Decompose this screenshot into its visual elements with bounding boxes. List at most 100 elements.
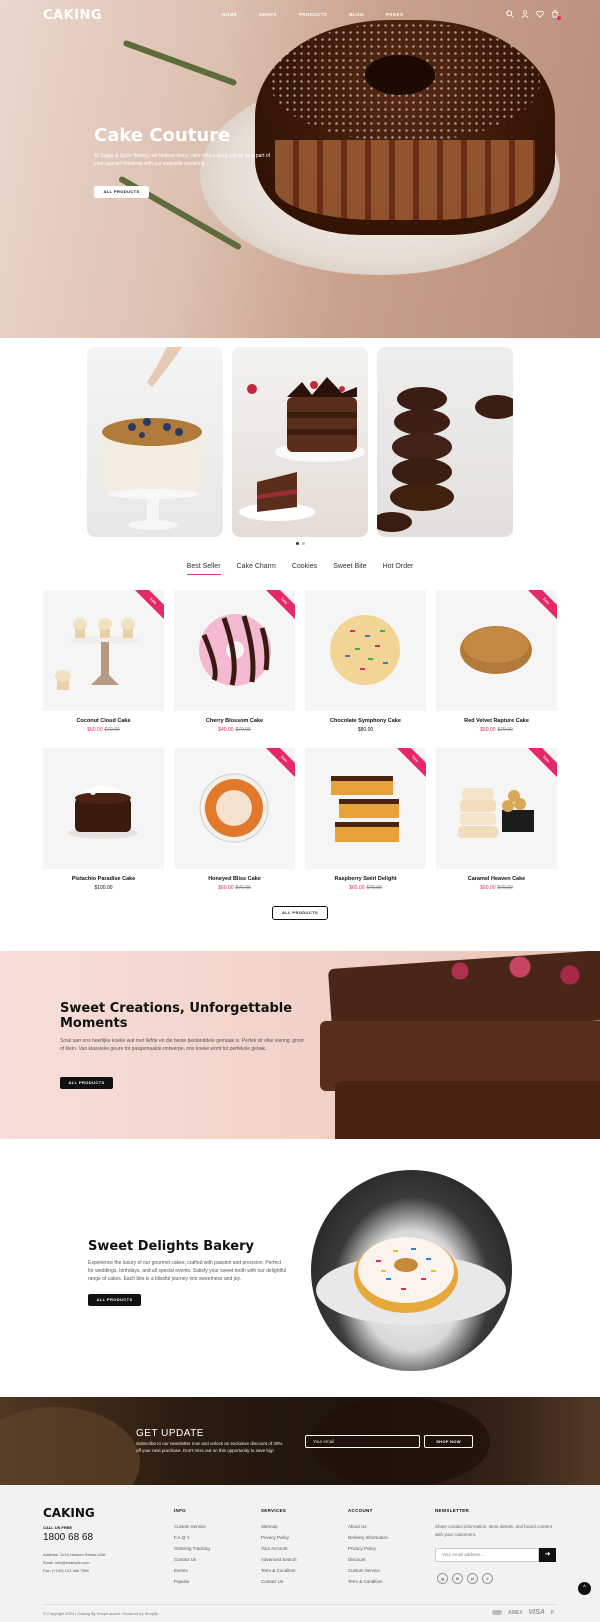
blueberry-cake-image (102, 347, 202, 530)
banner1-all-products-button[interactable]: ALL PRODUCTS (60, 1077, 113, 1089)
footer-link[interactable]: Popular (174, 1579, 210, 1584)
product-image-chocolate-drip-cake[interactable] (43, 748, 164, 869)
user-icon[interactable] (520, 10, 529, 19)
footer-link[interactable]: Custom Service (348, 1568, 388, 1573)
nav-products[interactable]: PRODUCTS (299, 12, 327, 17)
all-products-button[interactable]: ALL PRODUCTS (272, 906, 328, 920)
tab-hot-order[interactable]: Hot Order (383, 563, 414, 575)
footer-link[interactable]: F.A.Q.'s (174, 1535, 210, 1540)
product-card[interactable]: Sale Coconut Cloud Cake $60.00 $70.00 (43, 590, 164, 733)
category-slide-blueberry-cake[interactable] (87, 347, 223, 537)
footer-link[interactable]: Delivery Information (348, 1535, 388, 1540)
main-menu: HOME SHOPS PRODUCTS BLOG PAGES (222, 12, 425, 17)
carousel-dots[interactable] (296, 542, 305, 545)
cart-icon[interactable] (550, 10, 561, 20)
call-label: CALL US FREE (43, 1525, 73, 1530)
product-card[interactable]: Sale Cherry Blossom Cake $40.00 $70.00 (174, 590, 295, 733)
hero-description: At Sugar & Spice Bakery, we believe ever… (94, 153, 271, 167)
footer-services-column: SERVICES Sitemap Privacy Policy Your Acc… (261, 1508, 297, 1591)
footer-email-input[interactable]: Your email address... (435, 1548, 539, 1562)
product-name[interactable]: Chocolate Symphony Cake (305, 718, 426, 724)
product-name[interactable]: Honeyed Bliss Cake (174, 876, 295, 882)
footer-account-title: ACCOUNT (348, 1508, 373, 1513)
product-image-layered-bars[interactable]: Sale (305, 748, 426, 869)
footer-link[interactable]: Privacy Policy (261, 1535, 297, 1540)
banner2-all-products-button[interactable]: ALL PRODUCTS (88, 1294, 141, 1306)
product-image-cupcakes[interactable]: Sale (43, 590, 164, 711)
original-price: $70.00 (235, 885, 251, 891)
category-slide-chocolate-layer-cake[interactable] (232, 347, 368, 537)
footer-link[interactable]: Sitemap (261, 1524, 297, 1529)
hero-all-products-button[interactable]: ALL PRODUCTS (94, 186, 149, 198)
carousel-dot-active[interactable] (296, 542, 299, 545)
footer-link[interactable]: Your Account (261, 1546, 297, 1551)
original-price: $70.00 (497, 885, 513, 891)
social-links: ig fb pi x (437, 1573, 493, 1584)
heart-icon[interactable] (535, 10, 544, 19)
footer-link[interactable]: Ordering Tracking (174, 1546, 210, 1551)
footer-link[interactable]: Privacy Policy (348, 1546, 388, 1551)
product-name[interactable]: Raspberry Swirl Delight (305, 876, 426, 882)
tab-best-seller[interactable]: Best Seller (186, 563, 221, 575)
product-image-sprinkle-cookie[interactable] (305, 590, 426, 711)
facebook-icon[interactable]: fb (452, 1573, 463, 1584)
shop-now-button[interactable]: SHOP NOW (424, 1435, 473, 1448)
product-price: $100.00 (43, 885, 164, 891)
product-name[interactable]: Coconut Cloud Cake (43, 718, 164, 724)
tab-cookies[interactable]: Cookies (292, 563, 317, 575)
amex-icon: AMEX (508, 1609, 523, 1616)
product-name[interactable]: Pistachio Paradise Cake (43, 876, 164, 882)
nav-shops[interactable]: SHOPS (259, 12, 277, 17)
x-icon[interactable]: x (482, 1573, 493, 1584)
footer-services-title: SERVICES (261, 1508, 287, 1513)
footer-link[interactable]: Contact Us (261, 1579, 297, 1584)
product-card[interactable]: Sale Raspberry Swirl Delight $60.00 $70.0… (305, 748, 426, 891)
category-slide-cookies[interactable] (377, 347, 513, 537)
newsletter-email-input[interactable]: Your email (305, 1435, 420, 1448)
newsletter-band (0, 1397, 600, 1485)
footer-link[interactable]: Term & Condition (348, 1579, 388, 1584)
product-image-oat-cookie[interactable]: Sale (436, 590, 557, 711)
product-price: $60.00 $70.00 (436, 885, 557, 891)
product-name[interactable]: Cherry Blossom Cake (174, 718, 295, 724)
banner1-description: Smul aan ons heerlijke koeke wat met lie… (60, 1038, 304, 1052)
product-card[interactable]: Pistachio Paradise Cake $100.00 (43, 748, 164, 891)
banner2-description: Experience the luxury of our gourmet cak… (88, 1260, 287, 1282)
product-image-caramel-stack[interactable]: Sale (436, 748, 557, 869)
product-image-custard-tart[interactable]: Sale (174, 748, 295, 869)
footer-link[interactable]: Events (174, 1568, 210, 1573)
product-card[interactable]: Sale Red Velvet Rapture Cake $60.00 $70.0… (436, 590, 557, 733)
product-image-donut[interactable]: Sale (174, 590, 295, 711)
nav-pages[interactable]: PAGES (386, 12, 403, 17)
product-name[interactable]: Red Velvet Rapture Cake (436, 718, 557, 724)
footer-logo[interactable]: CAKING (43, 1506, 95, 1520)
cart-count-badge (557, 16, 561, 20)
pinterest-icon[interactable]: pi (467, 1573, 478, 1584)
donut-image (311, 1170, 512, 1371)
footer-link[interactable]: Custom Service (174, 1524, 210, 1529)
chocolate-cookies-image (377, 387, 513, 532)
product-card[interactable]: Sale Caramel Heaven Cake $60.00 $70.00 (436, 748, 557, 891)
site-logo[interactable]: CAKING (43, 8, 102, 23)
instagram-icon[interactable]: ig (437, 1573, 448, 1584)
tab-cake-charm[interactable]: Cake Charm (237, 563, 276, 575)
footer-fax: Fax: (+100) 123 456 7890 (43, 1568, 90, 1573)
nav-home[interactable]: HOME (222, 12, 237, 17)
original-price: $70.00 (104, 727, 120, 733)
search-icon[interactable] (505, 10, 514, 19)
product-card[interactable]: Sale Honeyed Bliss Cake $60.00 $70.00 (174, 748, 295, 891)
back-to-top-icon[interactable]: ^ (578, 1582, 591, 1595)
footer-link[interactable]: Contact Us (174, 1557, 210, 1562)
product-name[interactable]: Caramel Heaven Cake (436, 876, 557, 882)
footer-link[interactable]: Discount (348, 1557, 388, 1562)
nav-blog[interactable]: BLOG (349, 12, 364, 17)
product-card[interactable]: Chocolate Symphony Cake $80.00 (305, 590, 426, 733)
tab-sweet-bite[interactable]: Sweet Bite (333, 563, 366, 575)
footer-link[interactable]: Advanced Search (261, 1557, 297, 1562)
send-arrow-icon[interactable]: ➜ (539, 1548, 556, 1562)
carousel-dot[interactable] (302, 542, 305, 545)
hero-title: Cake Couture (94, 125, 231, 146)
footer-link[interactable]: Term & Condition (261, 1568, 297, 1573)
footer-link[interactable]: About Us (348, 1524, 388, 1529)
product-price: $40.00 $70.00 (174, 727, 295, 733)
